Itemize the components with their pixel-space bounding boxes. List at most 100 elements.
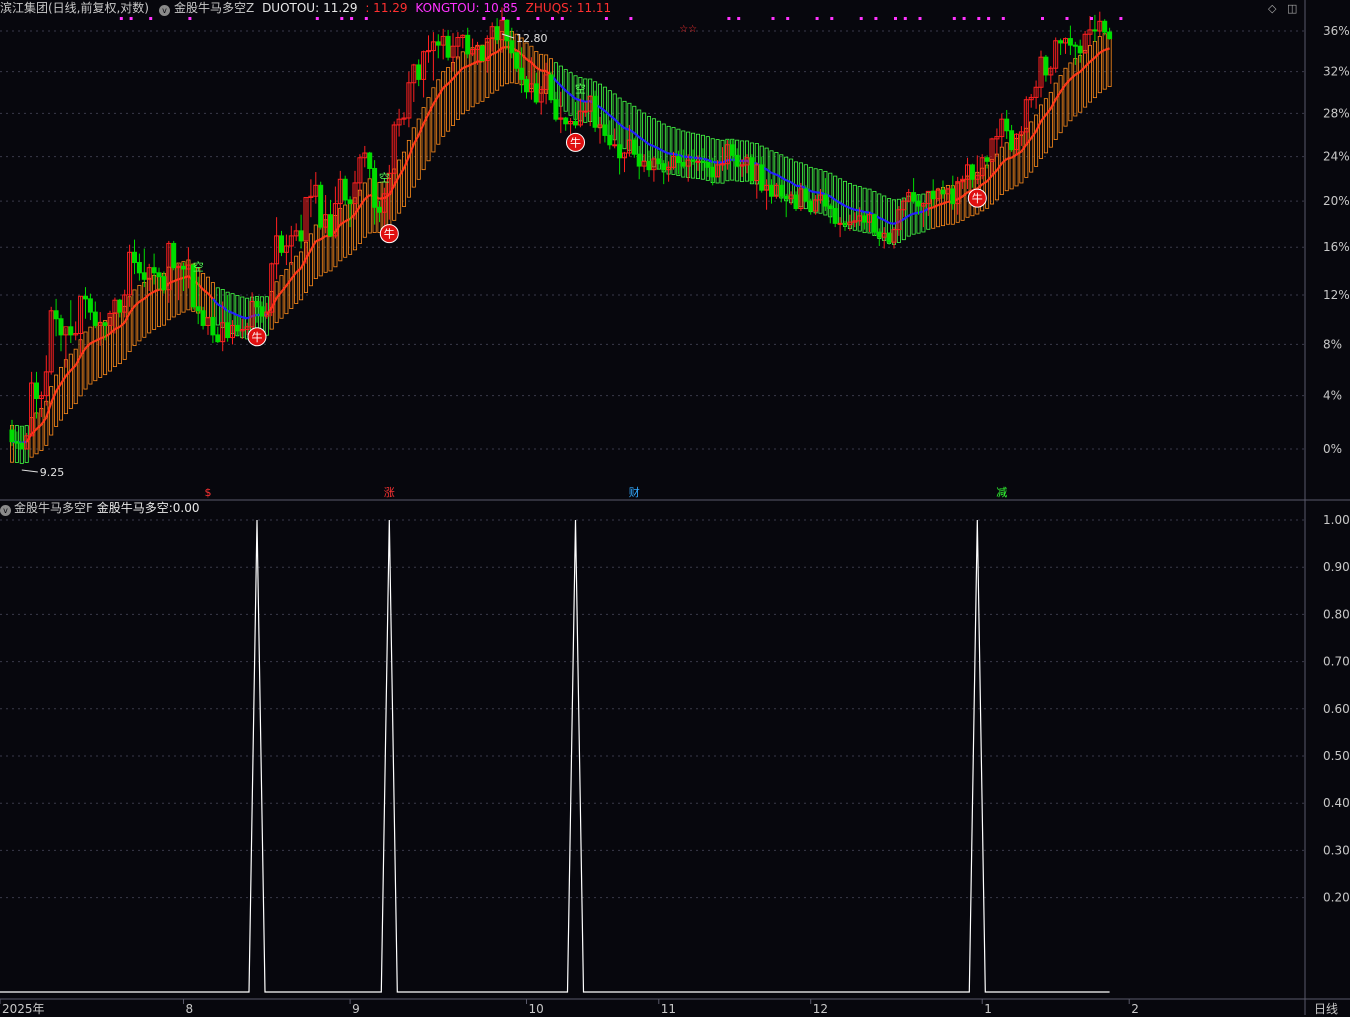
time-tick-label: 8 (186, 1002, 194, 1015)
candle-body (505, 20, 509, 41)
sub-indicator-name[interactable]: 金股牛马多空F (14, 501, 93, 515)
candle-body (809, 201, 813, 211)
candle-body (515, 53, 519, 68)
trend-line-segment (914, 213, 919, 214)
magenta-dot (963, 17, 966, 20)
niu-signal-text: 牛 (252, 330, 263, 344)
trend-line-segment (625, 128, 630, 130)
candle-body (368, 153, 372, 168)
candle-body (912, 193, 916, 202)
candle-body (235, 325, 239, 330)
magenta-dot (561, 17, 564, 20)
kline-chart[interactable]: 36%32%28%24%20%16%12%8%4%0%牛牛牛牛空空空☆☆12.8… (0, 0, 1350, 1015)
magenta-dot (1041, 17, 1044, 20)
magenta-dot (1119, 17, 1122, 20)
candle-body (319, 185, 323, 227)
magenta-dot (130, 17, 133, 20)
time-tick-label: 1 (984, 1002, 992, 1015)
price-tick-label: 8% (1323, 337, 1342, 351)
candle-body (329, 215, 333, 236)
candle-body (804, 189, 808, 201)
candle-body (201, 311, 205, 326)
event-marker: 涨 (384, 486, 395, 499)
trend-line-segment (179, 278, 184, 279)
signal-tick-label: 1.00 (1323, 513, 1350, 527)
candle-body (196, 307, 200, 311)
trend-line-segment (860, 211, 865, 213)
candle-body (657, 159, 661, 164)
candle-body (162, 277, 166, 290)
niu-signal-text: 牛 (384, 227, 395, 241)
duotou-value: 11.29 (323, 1, 357, 15)
candle-body (779, 185, 783, 196)
candle-body (182, 266, 186, 269)
candle-body (1103, 21, 1107, 32)
candle-body (1010, 131, 1014, 150)
trend-line-segment (919, 211, 924, 212)
high-price-label: 12.80 (516, 32, 548, 45)
candle-body (828, 206, 832, 208)
magenta-dot (904, 17, 907, 20)
candle-body (574, 121, 578, 124)
signal-tick-label: 0.50 (1323, 749, 1350, 763)
candle-body (1005, 119, 1009, 131)
trend-line-segment (576, 99, 581, 101)
candle-body (417, 65, 421, 79)
candle-body (69, 327, 73, 335)
price-tick-label: 4% (1323, 389, 1342, 403)
chevron-down-icon-2[interactable]: v (0, 505, 11, 516)
indicator-name[interactable]: 金股牛马多空Z (174, 1, 254, 15)
signal-tick-label: 0.80 (1323, 607, 1350, 621)
trend-line-segment (855, 210, 860, 211)
candle-body (59, 319, 63, 335)
candle-body (608, 135, 612, 144)
signal-tick-label: 0.30 (1323, 843, 1350, 857)
magenta-dot (830, 17, 833, 20)
niu-signal-text: 牛 (570, 135, 581, 149)
candle-body (681, 163, 685, 167)
candle-body (216, 335, 220, 342)
candle-body (872, 215, 876, 232)
square-icon[interactable]: ◫ (1287, 2, 1297, 15)
candle-body (20, 443, 24, 449)
candle-body (985, 158, 989, 162)
trend-line-segment (242, 317, 247, 318)
chevron-down-icon[interactable]: v (159, 5, 170, 16)
time-tick-label: 12 (813, 1002, 828, 1015)
magenta-dot (536, 17, 539, 20)
signal-tick-label: 0.70 (1323, 655, 1350, 669)
candle-body (10, 430, 14, 442)
candle-body (823, 195, 827, 206)
magenta-dot (365, 17, 368, 20)
stock-title[interactable]: 滨江集团(日线,前复权,对数) (0, 1, 149, 15)
candle-body (970, 165, 974, 179)
candle-body (495, 27, 499, 40)
price-tick-label: 20% (1323, 194, 1350, 208)
magenta-dot (629, 17, 632, 20)
candle-body (118, 300, 122, 312)
candle-body (93, 312, 97, 325)
diamond-icon[interactable]: ◇ (1268, 2, 1276, 15)
candle-body (603, 125, 607, 135)
candle-body (613, 145, 617, 146)
magenta-dot (953, 17, 956, 20)
time-tick-label: 2025年 (2, 1002, 45, 1015)
kong-signal-text: 空 (575, 82, 586, 96)
sub-series-label: 金股牛马多空: (97, 501, 173, 515)
candle-body (554, 100, 558, 119)
candle-body (1078, 46, 1082, 53)
magenta-dot (188, 17, 191, 20)
candle-body (931, 191, 935, 198)
candle-body (794, 195, 798, 208)
candle-body (760, 165, 764, 190)
candle-body (917, 201, 921, 206)
candle-body (632, 140, 636, 154)
magenta-dot (987, 17, 990, 20)
period-label[interactable]: 日线 (1314, 1000, 1338, 1017)
candle-body (647, 161, 651, 169)
kong-signal-text: 空 (193, 260, 204, 274)
extra-value: : 11.29 (365, 1, 407, 15)
candle-body (1059, 41, 1063, 43)
candle-body (480, 46, 484, 60)
duotou-label: DUOTOU: (262, 1, 319, 15)
